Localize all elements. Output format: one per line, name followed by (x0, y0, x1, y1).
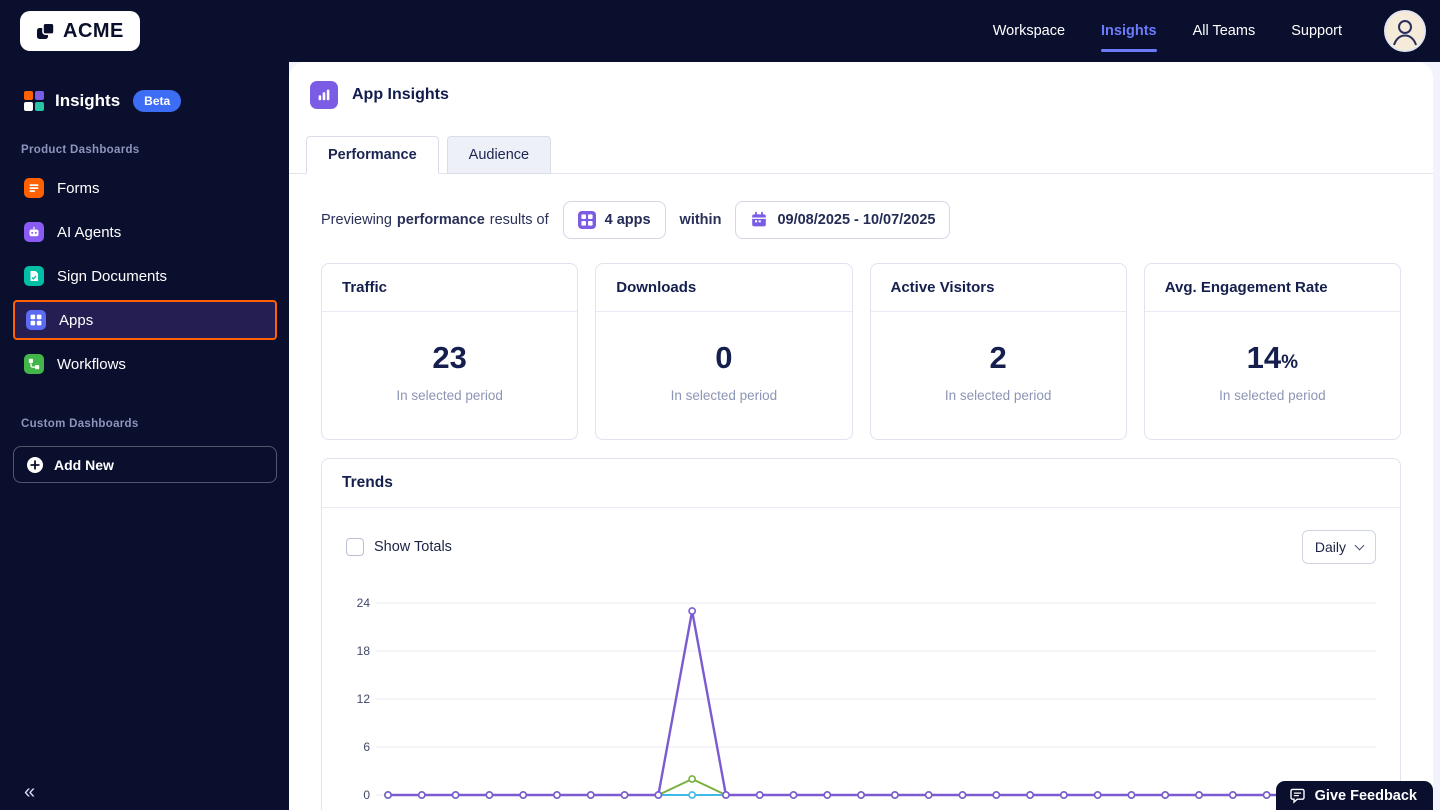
apps-grid-icon (577, 211, 596, 229)
app-insights-icon (310, 81, 338, 109)
feedback-bubble-icon (1289, 788, 1306, 804)
sidebar-item-label: Workflows (57, 355, 126, 373)
stats-row: Traffic 23 In selected period Downloads … (321, 263, 1401, 440)
show-totals-checkbox[interactable] (346, 538, 364, 556)
sidebar-header[interactable]: Insights Beta (24, 90, 289, 112)
sidebar: Insights Beta Product Dashboards Forms A… (0, 62, 289, 810)
nav-support[interactable]: Support (1291, 23, 1342, 39)
person-icon (1386, 12, 1424, 50)
acme-logo-text: ACME (63, 19, 124, 42)
show-totals-control: Show Totals (346, 538, 452, 556)
sidebar-item-label: Apps (59, 311, 94, 329)
stat-card-active-visitors: Active Visitors 2 In selected period (869, 263, 1127, 440)
nav-insights[interactable]: Insights (1101, 23, 1157, 52)
filter-connector: within (679, 212, 722, 228)
apps-icon (26, 310, 46, 330)
stat-value: 2 (989, 340, 1007, 375)
calendar-icon (750, 211, 768, 229)
sidebar-items: Forms AI Agents Sign Documents Apps Work… (0, 166, 289, 386)
topbar: ACME Workspace Insights All Teams Suppor… (0, 0, 1440, 62)
sidebar-item-forms[interactable]: Forms (13, 166, 277, 210)
add-new-button[interactable]: Add New (13, 446, 277, 483)
svg-text:0: 0 (363, 788, 370, 802)
stat-caption: In selected period (1219, 388, 1326, 403)
beta-badge: Beta (133, 90, 182, 112)
avatar[interactable] (1384, 10, 1426, 52)
sidebar-item-ai-agents[interactable]: AI Agents (13, 210, 277, 254)
trends-controls: Show Totals Daily (346, 530, 1376, 564)
stat-value: 0 (715, 340, 733, 375)
tab-audience[interactable]: Audience (446, 136, 552, 174)
stat-value: 23 (432, 340, 467, 375)
sidebar-item-sign-documents[interactable]: Sign Documents (13, 254, 277, 298)
filter-prefix: Previewing (321, 212, 392, 228)
panel-header: App Insights (289, 62, 1433, 109)
filter-text: Previewing performance results of (321, 212, 549, 228)
stat-caption: In selected period (944, 388, 1052, 403)
sidebar-item-apps[interactable]: Apps (13, 300, 277, 340)
svg-text:24: 24 (357, 596, 371, 610)
stat-card-downloads: Downloads 0 In selected period (595, 263, 853, 440)
filter-suffix: results of (489, 212, 549, 228)
sidebar-item-label: Sign Documents (57, 267, 168, 285)
trends-chart: 0 6 12 18 24 (357, 596, 1376, 802)
apps-select-label: 4 apps (604, 212, 651, 228)
stat-title: Traffic (322, 264, 578, 312)
nav-workspace[interactable]: Workspace (993, 23, 1065, 39)
acme-logo[interactable]: ACME (20, 11, 140, 51)
filter-emphasis: performance (396, 212, 485, 228)
add-new-label: Add New (54, 456, 114, 473)
acme-logo-icon (36, 21, 55, 41)
insights-logo-icon (24, 91, 44, 111)
sidebar-item-label: AI Agents (57, 223, 122, 241)
trends-title: Trends (322, 459, 1400, 508)
date-range-button[interactable]: 09/08/2025 - 10/07/2025 (735, 201, 951, 239)
sidebar-item-workflows[interactable]: Workflows (13, 342, 277, 386)
section-label-custom-dashboards: Custom Dashboards (21, 418, 139, 430)
stat-caption: In selected period (396, 388, 503, 403)
main-area: App Insights Performance Audience Previe… (289, 62, 1440, 810)
nav-all-teams[interactable]: All Teams (1193, 23, 1256, 39)
forms-icon (24, 178, 44, 198)
stat-title: Active Visitors (870, 264, 1126, 312)
give-feedback-button[interactable]: Give Feedback (1275, 781, 1433, 810)
stat-value-suffix: % (1281, 352, 1299, 373)
section-label-product-dashboards: Product Dashboards (21, 144, 140, 156)
ai-agents-icon (24, 222, 44, 242)
stat-card-traffic: Traffic 23 In selected period (321, 263, 579, 440)
top-nav: Workspace Insights All Teams Support (993, 10, 1426, 52)
apps-select-button[interactable]: 4 apps (562, 201, 666, 239)
trends-card: Trends Show Totals Daily 0 6 12 18 24 (321, 458, 1401, 810)
svg-text:6: 6 (363, 740, 370, 754)
interval-value: Daily (1314, 539, 1346, 555)
stat-value: 14 (1246, 340, 1282, 375)
date-range-label: 09/08/2025 - 10/07/2025 (777, 212, 936, 228)
tab-performance[interactable]: Performance (306, 136, 439, 174)
page-title: App Insights (352, 86, 449, 103)
interval-select[interactable]: Daily (1301, 530, 1376, 564)
give-feedback-label: Give Feedback (1314, 787, 1417, 804)
trends-chart-container: 0 6 12 18 24 (346, 590, 1376, 810)
tab-bar: Performance Audience (289, 136, 1433, 174)
svg-text:12: 12 (357, 692, 371, 706)
stat-title: Downloads (596, 264, 852, 312)
performance-content: Previewing performance results of 4 apps… (289, 174, 1433, 810)
app-insights-panel: App Insights Performance Audience Previe… (289, 62, 1433, 810)
stat-card-engagement-rate: Avg. Engagement Rate 14% In selected per… (1143, 263, 1401, 440)
svg-text:18: 18 (357, 644, 371, 658)
plus-icon (26, 456, 44, 474)
stat-title: Avg. Engagement Rate (1144, 264, 1400, 312)
stat-caption: In selected period (670, 388, 778, 403)
show-totals-label: Show Totals (374, 539, 452, 555)
filter-row: Previewing performance results of 4 apps… (321, 201, 1401, 239)
sidebar-title: Insights (55, 91, 121, 110)
sidebar-item-label: Forms (57, 179, 100, 197)
collapse-sidebar-icon[interactable]: « (24, 781, 35, 804)
sign-documents-icon (24, 266, 44, 286)
screen: ACME Workspace Insights All Teams Suppor… (0, 0, 1440, 810)
chevron-down-icon (1354, 540, 1365, 550)
workflows-icon (24, 354, 44, 374)
